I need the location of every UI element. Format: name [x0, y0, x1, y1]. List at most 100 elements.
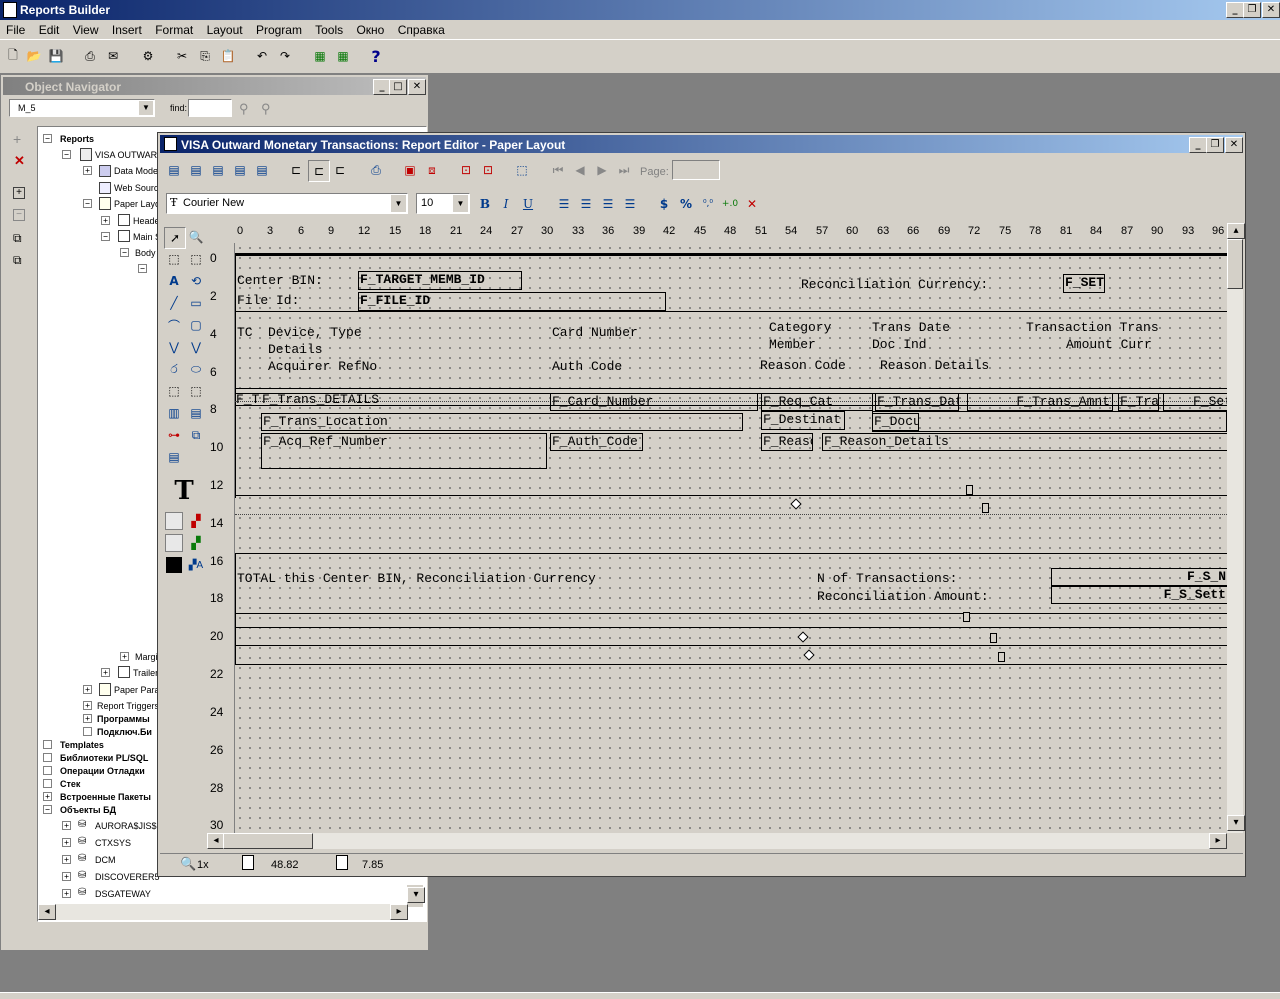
run-paper-layout-icon[interactable]: ⎙: [366, 160, 386, 180]
anchor-icon[interactable]: [803, 649, 815, 661]
italic-icon[interactable]: I: [496, 194, 516, 214]
fill-color-icon[interactable]: ▞: [186, 511, 206, 531]
menu-tools[interactable]: Tools: [315, 23, 343, 37]
tree-item[interactable]: Data Model: [114, 166, 160, 176]
delete-icon[interactable]: ✕: [14, 153, 25, 169]
polygon-tool-icon[interactable]: ⋁: [186, 337, 206, 357]
scroll-right-icon[interactable]: ▸: [390, 904, 408, 920]
parameter-form-view-icon[interactable]: ▤: [252, 160, 272, 180]
f-set-field[interactable]: F_SET: [1063, 274, 1105, 293]
tree-toggle[interactable]: −: [62, 150, 71, 159]
run-icon[interactable]: ▦: [310, 46, 330, 66]
confine-mode-icon[interactable]: ▣: [400, 160, 420, 180]
data-model-view-icon[interactable]: ▤: [164, 160, 184, 180]
menu-edit[interactable]: Edit: [39, 23, 60, 37]
tree-toggle[interactable]: +: [62, 821, 71, 830]
next-page-icon[interactable]: ▶: [592, 160, 612, 180]
tree-item[interactable]: Библиотеки PL/SQL: [60, 753, 148, 763]
tree-toggle[interactable]: +: [101, 216, 110, 225]
f-trans-location-field[interactable]: F_Trans_Location: [261, 413, 743, 431]
add-decimal-icon[interactable]: +.0: [720, 194, 740, 214]
rectangle-tool-icon[interactable]: ▭: [186, 293, 206, 313]
prev-page-icon[interactable]: ◀: [570, 160, 590, 180]
tree-item[interactable]: Report Triggers: [97, 701, 159, 711]
find-prev-icon[interactable]: ⚲: [261, 101, 271, 117]
bold-icon[interactable]: B: [475, 194, 495, 214]
minimize-icon[interactable]: _: [1226, 2, 1244, 18]
tree-toggle[interactable]: +: [83, 166, 92, 175]
line-color-swatch-icon[interactable]: [164, 533, 184, 553]
menu-insert[interactable]: Insert: [112, 23, 142, 37]
tree-toggle[interactable]: +: [83, 701, 92, 710]
tree-item[interactable]: DSGATEWAY: [95, 889, 151, 899]
scroll-down-icon[interactable]: ▾: [1227, 815, 1245, 831]
ellipse-tool-icon[interactable]: ⬭: [186, 359, 206, 379]
last-page-icon[interactable]: ⏭: [614, 160, 634, 180]
help-icon[interactable]: ?: [366, 46, 386, 66]
frame-handle[interactable]: [998, 652, 1005, 662]
scroll-down-icon[interactable]: ▾: [407, 887, 425, 903]
repeating-frame-tool-icon[interactable]: ⬚: [186, 381, 206, 401]
f-trans-date-field[interactable]: F_Trans_Date: [875, 393, 959, 411]
align-justify-icon[interactable]: ☰: [620, 194, 640, 214]
tree-item[interactable]: Встроенные Пакеты: [60, 792, 151, 802]
tree-toggle[interactable]: [43, 740, 52, 749]
f-destinat-field[interactable]: F_Destinat: [761, 411, 845, 430]
tree-item[interactable]: DISCOVERER5: [95, 872, 160, 882]
f-req-cat-field[interactable]: F_Req_Cat: [761, 393, 873, 411]
f-target-memb-id-field[interactable]: F_TARGET_MEMB_ID: [358, 271, 522, 290]
f-s-n-field[interactable]: F_S_N: [1051, 568, 1227, 586]
tree-toggle[interactable]: [83, 727, 92, 736]
text-color-icon[interactable]: ▞A: [186, 555, 206, 575]
rounded-rect-tool-icon[interactable]: ▢: [186, 315, 206, 335]
tree-toggle[interactable]: +: [120, 652, 129, 661]
menu-layout[interactable]: Layout: [207, 23, 243, 37]
menu-program[interactable]: Program: [256, 23, 302, 37]
chevron-down-icon[interactable]: ▼: [453, 195, 468, 212]
tree-toggle[interactable]: +: [62, 872, 71, 881]
new-icon[interactable]: 🗋: [3, 46, 23, 66]
tree-toggle[interactable]: +: [62, 855, 71, 864]
create-icon[interactable]: +: [13, 131, 21, 147]
cut-icon[interactable]: ✂: [172, 46, 192, 66]
f-trans-amnt-field[interactable]: F_Trans_Amnt: [967, 393, 1113, 411]
find-input[interactable]: [188, 99, 232, 117]
tree-toggle[interactable]: +: [101, 668, 110, 677]
navigator-maximize-icon[interactable]: □: [389, 79, 407, 95]
navigator-close-icon[interactable]: ✕: [408, 79, 426, 95]
commas-icon[interactable]: ⁰,⁰: [698, 194, 718, 214]
currency-icon[interactable]: $: [654, 194, 674, 214]
f-reason-details-field[interactable]: F_Reason_Details: [822, 433, 1227, 451]
editor-close-icon[interactable]: ✕: [1225, 137, 1243, 153]
tree-item[interactable]: CTXSYS: [95, 838, 131, 848]
frame-handle[interactable]: [982, 503, 989, 513]
f-set-detail-field[interactable]: F_Set: [1163, 393, 1227, 411]
expand-all-icon[interactable]: ⧉: [13, 231, 22, 246]
chevron-down-icon[interactable]: ▼: [139, 101, 153, 115]
collapse-icon[interactable]: −: [13, 209, 25, 221]
underline-icon[interactable]: U: [518, 194, 538, 214]
editor-vscroll[interactable]: ▴ ▾: [1227, 223, 1245, 833]
reshape-tool-icon[interactable]: ⬚: [186, 249, 206, 269]
layout-frame[interactable]: [872, 411, 1227, 432]
menu-view[interactable]: View: [73, 23, 99, 37]
anchor-icon[interactable]: [790, 498, 802, 510]
align-left-icon[interactable]: ☰: [554, 194, 574, 214]
percent-icon[interactable]: %: [676, 194, 696, 214]
tree-toggle[interactable]: +: [43, 792, 52, 801]
group-icon[interactable]: ⬚: [512, 160, 532, 180]
freehand-tool-icon[interactable]: ර: [164, 359, 184, 379]
tree-toggle[interactable]: −: [83, 199, 92, 208]
f-auth-code-field[interactable]: F_Auth_Code: [550, 433, 643, 451]
chart-tool-icon[interactable]: ▥: [164, 403, 184, 423]
frame-handle[interactable]: [990, 633, 997, 643]
menu-help[interactable]: Справка: [398, 23, 445, 37]
tree-toggle[interactable]: +: [62, 838, 71, 847]
tree-item[interactable]: Стек: [60, 779, 80, 789]
tree-item[interactable]: Body: [135, 248, 156, 258]
save-icon[interactable]: 💾: [46, 46, 66, 66]
f-trans-details-field[interactable]: F_Trans_DETAILS: [261, 392, 550, 411]
line-color-icon[interactable]: ▞: [186, 533, 206, 553]
tree-toggle[interactable]: [43, 753, 52, 762]
scroll-right-icon[interactable]: ▸: [1209, 833, 1227, 849]
